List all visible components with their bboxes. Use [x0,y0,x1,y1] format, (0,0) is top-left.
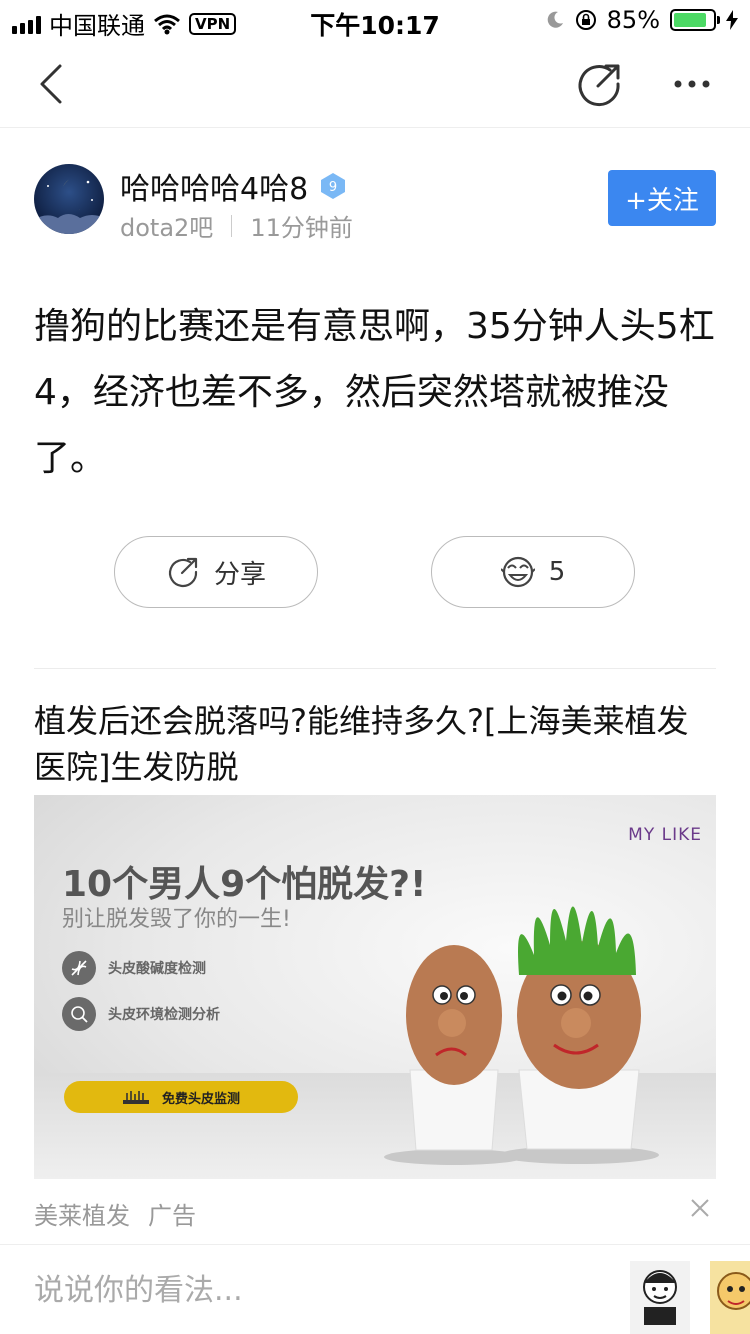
author-row: 哈哈哈哈4哈8 9 dota2吧 11分钟前 +关注 [34,164,716,242]
back-chevron-icon[interactable] [30,60,78,108]
like-button[interactable]: 5 [431,536,635,608]
like-face-icon [500,556,535,588]
ad-feature-label-1: 头皮酸碱度检测 [108,961,206,977]
comment-bar [0,1244,750,1334]
battery-icon [670,9,720,31]
ad-title[interactable]: 植发后还会脱落吗?能维持多久?[上海美莱植发医院]生发防脱 [34,698,716,790]
scalp-icon [122,1091,149,1104]
ad-cta-button[interactable]: 免费头皮监测 [64,1081,298,1113]
ad-feature-label-2: 头皮环境检测分析 [108,1007,220,1023]
author-meta: dota2吧 11分钟前 [120,208,353,243]
forum-name[interactable]: dota2吧 [120,208,213,243]
vip-badge-icon: 9 [321,173,346,199]
ad-footer: 美莱植发 广告 [34,1192,716,1232]
ad-brand-logo: MY LIKE [628,825,702,845]
share-icon [168,557,198,588]
analysis-icon [62,997,96,1031]
follow-button[interactable]: +关注 [608,170,716,226]
nav-bar [0,40,750,128]
post-time: 11分钟前 [250,214,353,242]
ad-cta-label: 免费头皮监测 [161,1091,240,1107]
ad-feature-2: 头皮环境检测分析 [62,997,220,1031]
rotation-lock-icon [575,10,596,30]
charging-icon [726,10,738,30]
ad-label: 广告 [148,1202,196,1230]
dna-icon [62,951,96,985]
post-content: 撸狗的比赛还是有意思啊，35分钟人头5杠4，经济也差不多，然后突然塔就被推没了。 [34,306,715,479]
comment-input[interactable] [34,1265,594,1315]
ad-feature-1: 头皮酸碱度检测 [62,951,206,985]
like-count: 5 [548,557,566,587]
sticker-face-icon[interactable] [710,1261,750,1334]
vip-level: 9 [329,180,337,195]
ad-sponsor[interactable]: 美莱植发 [34,1196,130,1231]
share-label: 分享 [213,559,266,590]
author-name[interactable]: 哈哈哈哈4哈8 [120,164,308,208]
sticker-emoji-icon[interactable] [630,1261,690,1334]
share-icon[interactable] [576,60,624,108]
avatar[interactable] [34,164,104,234]
close-icon[interactable] [690,1198,710,1218]
status-right: 85% [545,6,738,34]
author-name-row: 哈哈哈哈4哈8 9 [120,164,348,208]
status-bar: 中国联通 VPN 下午10:17 85% [0,0,750,40]
ad-banner[interactable]: MY LIKE 10个男人9个怕脱发?! 别让脱发毁了你的一生! 头皮酸碱度检测… [34,795,716,1179]
battery-percent: 85% [606,6,660,34]
section-divider [34,668,716,669]
meta-divider [231,214,233,237]
share-button[interactable]: 分享 [114,536,318,608]
more-icon[interactable] [668,60,716,108]
ad-subheadline: 别让脱发毁了你的一生! [62,907,291,932]
grass-head-dolls-image [384,906,659,1165]
moon-icon [547,11,563,28]
battery-fill [674,13,707,27]
